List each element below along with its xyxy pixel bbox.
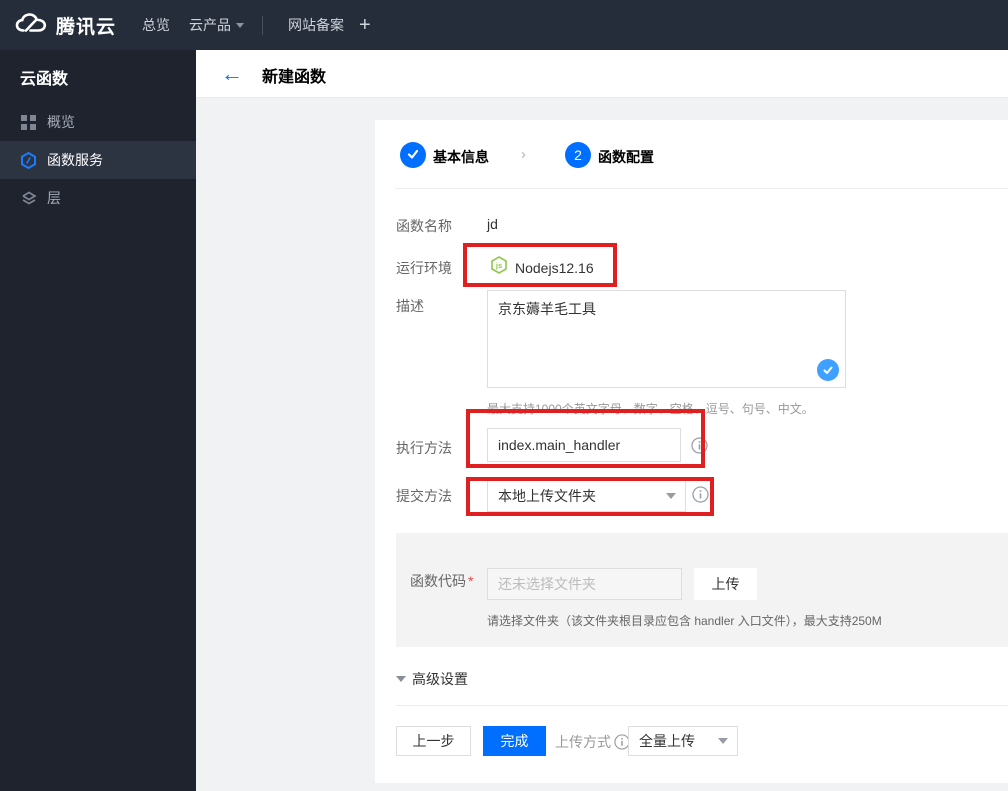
submit-method-select[interactable]: 本地上传文件夹 [487,479,686,512]
runtime-value-row: js Nodejs12.16 [490,256,594,279]
advanced-settings-toggle[interactable]: 高级设置 [396,669,468,689]
sidebar-item-label: 概览 [47,114,75,130]
description-label: 描述 [396,298,424,314]
function-name-value: jd [487,216,498,232]
handler-info-icon[interactable] [691,437,708,454]
upload-mode-label-row: 上传方式 [555,732,630,752]
chevron-down-icon [666,492,676,499]
top-navbar: 腾讯云 总览 云产品 网站备案 + [0,0,1008,50]
brand-name: 腾讯云 [56,16,117,38]
sidebar-item-label: 层 [47,190,61,206]
add-tab-button[interactable]: + [359,0,371,50]
valid-check-badge [817,359,839,381]
sidebar-item-layers[interactable]: 层 [0,179,196,217]
submit-method-info-icon[interactable] [692,486,709,503]
page-title: 新建函数 [262,69,327,86]
sidebar: 云函数 概览 函数服务 层 [0,50,196,791]
step1-label: 基本信息 [433,149,489,165]
triangle-down-icon [396,676,406,682]
finish-button[interactable]: 完成 [483,726,546,756]
previous-step-button[interactable]: 上一步 [396,726,471,756]
sidebar-item-function-service[interactable]: 函数服务 [0,141,196,179]
divider [396,705,1008,706]
upload-mode-value: 全量上传 [639,733,695,749]
page-header: ← 新建函数 [196,50,1008,98]
step2-label: 函数配置 [598,149,654,165]
upload-mode-select[interactable]: 全量上传 [628,726,738,756]
nav-icp-record[interactable]: 网站备案 [288,0,344,50]
upload-button[interactable]: 上传 [694,568,757,600]
check-icon [406,147,420,164]
back-button[interactable]: ← [218,60,246,88]
svg-text:js: js [495,261,502,270]
handler-input[interactable] [487,428,681,462]
required-asterisk: * [468,573,474,589]
folder-path-input[interactable] [487,568,682,600]
submit-method-label: 提交方法 [396,488,452,504]
handler-label: 执行方法 [396,440,452,456]
grid-icon [20,114,37,131]
runtime-label: 运行环境 [396,260,452,276]
advanced-settings-label: 高级设置 [412,671,468,687]
description-field-wrap: 京东薅羊毛工具 [487,290,846,388]
function-code-helper: 请选择文件夹（该文件夹根目录应包含 handler 入口文件），最大支持250M [487,614,882,628]
chevron-down-icon [718,738,728,744]
nodejs-icon: js [490,256,508,279]
nav-cloud-products[interactable]: 云产品 [189,0,244,50]
sidebar-title: 云函数 [20,71,69,88]
function-name-label: 函数名称 [396,218,452,234]
function-hexagon-icon [20,151,37,169]
nav-overview[interactable]: 总览 [142,0,170,50]
divider [395,188,1008,189]
function-code-label: 函数代码 * [410,573,474,589]
chevron-down-icon [236,22,244,28]
create-function-card: 基本信息 › 2 函数配置 函数名称 jd 运行环境 js Nodejs12.1… [375,120,1008,783]
description-textarea[interactable]: 京东薅羊毛工具 [488,291,845,387]
sidebar-item-label: 函数服务 [47,152,103,168]
step1-done-circle [400,142,426,168]
nav-divider [262,16,263,35]
description-helper: 最大支持1000个英文字母、数字、空格、逗号、句号、中文。 [487,402,814,416]
cloud-logo-icon [14,12,48,38]
submit-method-value: 本地上传文件夹 [498,487,596,504]
sidebar-item-overview[interactable]: 概览 [0,103,196,141]
layers-icon [20,190,37,207]
step2-circle: 2 [565,142,591,168]
chevron-right-icon: › [521,146,526,163]
runtime-value: Nodejs12.16 [515,259,594,276]
tencent-cloud-logo[interactable]: 腾讯云 [14,0,116,50]
